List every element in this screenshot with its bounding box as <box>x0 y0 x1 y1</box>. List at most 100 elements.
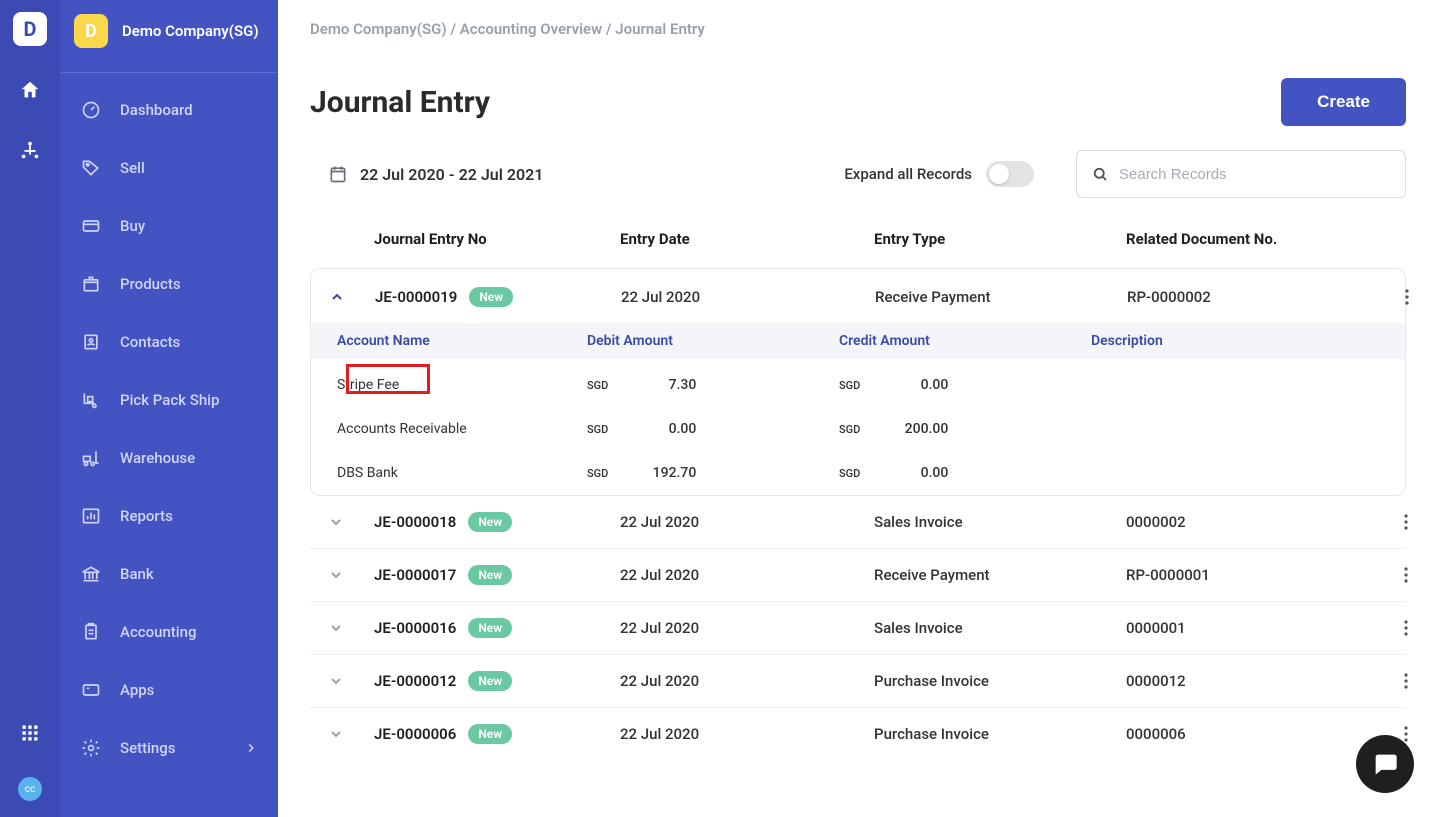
sidebar-item-label: Warehouse <box>120 449 195 467</box>
sidebar-item-dashboard[interactable]: Dashboard <box>60 81 278 139</box>
entry-date: 22 Jul 2020 <box>620 619 874 637</box>
box-icon <box>80 273 102 295</box>
user-avatar-badge[interactable]: cc <box>18 777 42 801</box>
chat-support-button[interactable] <box>1356 735 1414 793</box>
sidebar-item-label: Accounting <box>120 623 196 641</box>
sub-table-header: Account Name Debit Amount Credit Amount … <box>311 323 1405 359</box>
row-more-menu[interactable] <box>1386 567 1426 583</box>
table-row[interactable]: JE-0000006New 22 Jul 2020 Purchase Invoi… <box>310 708 1406 760</box>
bank-icon <box>80 563 102 585</box>
sidebar-item-sell[interactable]: Sell <box>60 139 278 197</box>
sidebar-item-warehouse[interactable]: Warehouse <box>60 429 278 487</box>
table-row[interactable]: JE-0000016New 22 Jul 2020 Sales Invoice … <box>310 602 1406 655</box>
sidebar-item-products[interactable]: Products <box>60 255 278 313</box>
chevron-down-icon[interactable] <box>328 514 344 530</box>
status-badge: New <box>468 618 512 638</box>
date-range[interactable]: 22 Jul 2020 - 22 Jul 2021 <box>360 165 543 184</box>
entry-date: 22 Jul 2020 <box>621 288 875 306</box>
row-more-menu[interactable] <box>1387 289 1427 305</box>
journal-no: JE-0000019 <box>375 288 457 306</box>
sidebar-item-buy[interactable]: Buy <box>60 197 278 255</box>
expanded-row-card: JE-0000019 New 22 Jul 2020 Receive Payme… <box>310 268 1406 496</box>
related-doc: 0000002 <box>1126 513 1386 531</box>
sidebar-item-label: Contacts <box>120 333 180 351</box>
status-badge: New <box>468 724 512 744</box>
entry-type: Purchase Invoice <box>874 725 1126 743</box>
related-doc: 0000001 <box>1126 619 1386 637</box>
sub-table-row: DBS Bank SGD192.70 SGD0.00 <box>311 451 1405 495</box>
table-row[interactable]: JE-0000012 New 22 Jul 2020 Purchase Invoi… <box>310 655 1406 708</box>
clipboard-icon <box>80 621 102 643</box>
chevron-right-icon <box>244 741 258 755</box>
apps-grid-icon[interactable] <box>14 717 46 749</box>
related-doc: RP-0000001 <box>1126 566 1386 584</box>
sidebar-item-reports[interactable]: Reports <box>60 487 278 545</box>
entry-type: Sales Invoice <box>874 513 1126 531</box>
chevron-down-icon[interactable] <box>328 620 344 636</box>
gear-icon <box>80 737 102 759</box>
breadcrumb[interactable]: Demo Company(SG) / Accounting Overview /… <box>278 0 1438 38</box>
sidebar-item-label: Settings <box>120 739 176 757</box>
table-row[interactable]: JE-0000018New 22 Jul 2020 Sales Invoice … <box>310 496 1406 549</box>
sidebar-item-contacts[interactable]: Contacts <box>60 313 278 371</box>
journal-no: JE-0000017 <box>374 566 456 584</box>
row-more-menu[interactable] <box>1386 673 1426 689</box>
column-related-doc: Related Document No. <box>1126 230 1386 248</box>
org-name: Demo Company(SG) <box>122 22 259 40</box>
related-doc: 0000012 <box>1126 672 1386 690</box>
chart-bar-icon <box>80 505 102 527</box>
entry-type: Receive Payment <box>874 566 1126 584</box>
chevron-up-icon[interactable] <box>329 289 345 305</box>
column-entry-date: Entry Date <box>620 230 874 248</box>
account-name: Accounts Receivable <box>337 421 587 437</box>
create-button[interactable]: Create <box>1281 78 1406 126</box>
status-badge: New <box>469 287 513 307</box>
sidebar-item-label: Products <box>120 275 181 293</box>
sidebar-item-label: Buy <box>120 217 145 235</box>
tag-icon <box>80 157 102 179</box>
org-switcher[interactable]: D Demo Company(SG) <box>60 0 278 73</box>
entry-date: 22 Jul 2020 <box>620 672 874 690</box>
status-badge: New <box>468 565 512 585</box>
entry-date: 22 Jul 2020 <box>620 513 874 531</box>
table-row[interactable]: JE-0000017 New 22 Jul 2020 Receive Paymen… <box>310 549 1406 602</box>
column-journal-no: Journal Entry No <box>374 230 620 248</box>
org-tree-icon[interactable] <box>14 134 46 166</box>
search-box[interactable] <box>1076 150 1406 198</box>
status-badge: New <box>468 512 512 532</box>
home-icon[interactable] <box>14 74 46 106</box>
search-input[interactable] <box>1119 166 1391 183</box>
entry-type: Receive Payment <box>875 288 1127 306</box>
entry-date: 22 Jul 2020 <box>620 566 874 584</box>
sidebar-item-label: Apps <box>120 681 154 699</box>
sidebar-item-label: Dashboard <box>120 101 193 119</box>
entry-type: Sales Invoice <box>874 619 1126 637</box>
expand-all-label: Expand all Records <box>844 165 972 183</box>
chevron-down-icon[interactable] <box>328 673 344 689</box>
related-doc: RP-0000002 <box>1127 288 1387 306</box>
search-icon <box>1091 165 1109 183</box>
entry-type: Purchase Invoice <box>874 672 1126 690</box>
org-badge: D <box>74 14 108 48</box>
app-logo[interactable]: D <box>13 12 47 46</box>
journal-no: JE-0000016 <box>374 619 456 637</box>
page-title: Journal Entry <box>310 85 490 120</box>
sidebar-item-apps[interactable]: Apps <box>60 661 278 719</box>
journal-no: JE-0000012 <box>374 672 456 690</box>
calendar-icon[interactable] <box>328 164 348 184</box>
row-more-menu[interactable] <box>1386 620 1426 636</box>
column-entry-type: Entry Type <box>874 230 1126 248</box>
sidebar-item-pick-pack-ship[interactable]: Pick Pack Ship <box>60 371 278 429</box>
row-more-menu[interactable] <box>1386 514 1426 530</box>
sidebar-item-settings[interactable]: Settings <box>60 719 278 777</box>
sidebar-item-bank[interactable]: Bank <box>60 545 278 603</box>
sidebar-item-label: Pick Pack Ship <box>120 391 219 409</box>
account-name: DBS Bank <box>337 465 587 481</box>
table-row[interactable]: JE-0000019 New 22 Jul 2020 Receive Payme… <box>311 269 1405 323</box>
chevron-down-icon[interactable] <box>328 567 344 583</box>
status-badge: New <box>468 671 512 691</box>
app-card-icon <box>80 679 102 701</box>
chevron-down-icon[interactable] <box>328 726 344 742</box>
sidebar-item-accounting[interactable]: Accounting <box>60 603 278 661</box>
expand-all-toggle[interactable] <box>986 161 1034 187</box>
